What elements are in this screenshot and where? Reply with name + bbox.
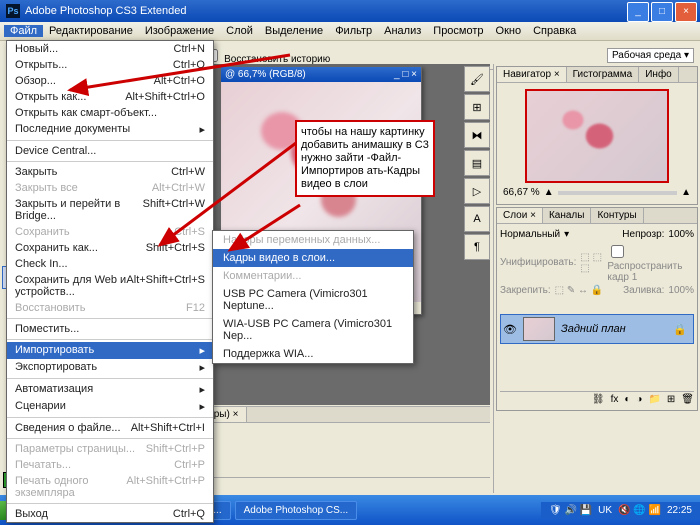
navigator-thumbnail[interactable] (525, 89, 669, 183)
menubar: ФайлРедактированиеИзображениеСлойВыделен… (0, 22, 700, 41)
language-indicator[interactable]: UK (598, 505, 612, 516)
file-menu-item[interactable]: Обзор...Alt+Ctrl+O (7, 73, 213, 89)
zoom-in-icon[interactable]: ▲ (681, 187, 691, 198)
layer-comps-icon[interactable]: ▤ (464, 150, 490, 176)
collapsed-panels: 🖌 ⊞ ⧓ ▤ ▷ A ¶ (464, 66, 490, 260)
taskbar-item-photoshop[interactable]: Adobe Photoshop CS... (235, 501, 358, 520)
clone-panel-icon[interactable]: ⊞ (464, 94, 490, 120)
delete-layer-icon[interactable]: 🗑 (681, 394, 694, 405)
import-menu-item: Комментарии... (213, 267, 413, 285)
tab-Инфо[interactable]: Инфо (639, 67, 679, 82)
menu-Файл[interactable]: Файл (4, 25, 43, 37)
layer-style-icon[interactable]: fx (611, 394, 619, 405)
file-menu-item: Параметры страницы...Shift+Ctrl+P (7, 441, 213, 457)
system-tray[interactable]: 🛡 🔊 💾 UK 🔇 🌐 📶 22:25 (541, 502, 700, 519)
visibility-icon[interactable]: 👁 (503, 323, 517, 336)
file-menu-item[interactable]: Автоматизация▸ (7, 381, 213, 398)
file-menu-item[interactable]: Сценарии▸ (7, 398, 213, 415)
actions-icon[interactable]: ▷ (464, 178, 490, 204)
menu-Просмотр[interactable]: Просмотр (427, 25, 489, 37)
file-menu-item[interactable]: Экспортировать▸ (7, 359, 213, 376)
navigator-palette: Навигатор ×ГистограммаИнфо 66,67 % ▲ ▲ (496, 66, 698, 205)
layer-mask-icon[interactable]: ◐ (624, 394, 630, 405)
layer-thumbnail[interactable] (523, 317, 555, 341)
menu-Окно[interactable]: Окно (490, 25, 528, 37)
menu-Слой[interactable]: Слой (220, 25, 259, 37)
tab-Каналы[interactable]: Каналы (543, 208, 592, 223)
character-icon[interactable]: A (464, 206, 490, 232)
layers-palette: Слои ×КаналыКонтуры Нормальный ▾ Непрозр… (496, 207, 698, 411)
file-menu-item: Печатать...Ctrl+P (7, 457, 213, 473)
maximize-button[interactable]: □ (651, 2, 673, 22)
file-menu-item[interactable]: ЗакрытьCtrl+W (7, 164, 213, 180)
file-menu-item[interactable]: Закрыть и перейти в Bridge...Shift+Ctrl+… (7, 196, 213, 224)
file-menu-item[interactable]: Check In... (7, 256, 213, 272)
propagate-checkbox[interactable]: Распространить кадр 1 (607, 242, 694, 283)
photoshop-icon: Ps (6, 4, 20, 18)
doc-minimize-button[interactable]: _ (394, 69, 400, 80)
file-menu-item[interactable]: Открыть...Ctrl+O (7, 57, 213, 73)
opacity-field[interactable]: 100% (668, 229, 694, 240)
blend-mode-select[interactable]: Нормальный (500, 229, 560, 240)
brushes-panel-icon[interactable]: 🖌 (464, 66, 490, 92)
tab-Контуры[interactable]: Контуры (591, 208, 643, 223)
import-menu-item[interactable]: Поддержка WIA... (213, 345, 413, 363)
layer-background[interactable]: 👁 Задний план 🔒 (500, 314, 694, 344)
import-menu-item: Наборы переменных данных... (213, 231, 413, 249)
tab-Гистограмма[interactable]: Гистограмма (567, 67, 640, 82)
file-menu-item[interactable]: Последние документы▸ (7, 121, 213, 138)
tab-Навигатор[interactable]: Навигатор × (497, 67, 567, 82)
right-panels: Навигатор ×ГистограммаИнфо 66,67 % ▲ ▲ С… (493, 64, 700, 493)
import-menu-item[interactable]: WIA-USB PC Camera (Vimicro301 Nep... (213, 315, 413, 345)
window-titlebar: Ps Adobe Photoshop CS3 Extended _ □ × (0, 0, 700, 22)
workspace-button[interactable]: Рабочая среда ▾ (607, 48, 694, 63)
link-layers-icon[interactable]: ⛓ (592, 394, 605, 405)
tab-Слои[interactable]: Слои × (497, 208, 543, 223)
file-menu-item[interactable]: Сохранить как...Shift+Ctrl+S (7, 240, 213, 256)
file-menu-item: СохранитьCtrl+S (7, 224, 213, 240)
fill-field[interactable]: 100% (668, 285, 694, 296)
window-title: Adobe Photoshop CS3 Extended (25, 0, 186, 22)
import-submenu: Наборы переменных данных...Кадры видео в… (212, 230, 414, 364)
file-menu-item[interactable]: Открыть как смарт-объект... (7, 105, 213, 121)
file-menu-item[interactable]: Открыть как...Alt+Shift+Ctrl+O (7, 89, 213, 105)
file-menu-item[interactable]: Поместить... (7, 321, 213, 337)
import-menu-item[interactable]: USB PC Camera (Vimicro301 Neptune... (213, 285, 413, 315)
doc-close-button[interactable]: × (411, 69, 417, 80)
file-menu-item: Печать одного экземпляраAlt+Shift+Ctrl+P (7, 473, 213, 501)
file-menu-item: Закрыть всеAlt+Ctrl+W (7, 180, 213, 196)
file-menu-item[interactable]: ВыходCtrl+Q (7, 506, 213, 522)
tool-presets-icon[interactable]: ⧓ (464, 122, 490, 148)
navigator-zoom[interactable]: 66,67 % (503, 187, 540, 198)
menu-Редактирование[interactable]: Редактирование (43, 25, 139, 37)
zoom-slider[interactable] (558, 191, 677, 195)
menu-Фильтр[interactable]: Фильтр (329, 25, 378, 37)
menu-Справка[interactable]: Справка (527, 25, 582, 37)
file-menu-item[interactable]: Device Central... (7, 143, 213, 159)
file-menu-item[interactable]: Сохранить для Web и устройств...Alt+Shif… (7, 272, 213, 300)
group-icon[interactable]: 📁 (648, 394, 660, 405)
file-menu-item[interactable]: Импортировать▸ (7, 342, 213, 359)
minimize-button[interactable]: _ (627, 2, 649, 22)
import-menu-item[interactable]: Кадры видео в слои... (213, 249, 413, 267)
tutorial-note: чтобы на нашу картинку добавить анимашку… (295, 120, 435, 197)
menu-Анализ[interactable]: Анализ (378, 25, 427, 37)
adjustment-layer-icon[interactable]: ◑ (636, 394, 642, 405)
paragraph-icon[interactable]: ¶ (464, 234, 490, 260)
file-menu-item[interactable]: Новый...Ctrl+N (7, 41, 213, 57)
document-title: @ 66,7% (RGB/8) (225, 69, 306, 80)
menu-Изображение[interactable]: Изображение (139, 25, 220, 37)
restore-history-checkbox[interactable]: Восстановить историю (201, 46, 330, 65)
file-menu-dropdown: Новый...Ctrl+NОткрыть...Ctrl+OОбзор...Al… (6, 40, 214, 523)
doc-maximize-button[interactable]: □ (402, 69, 408, 80)
close-button[interactable]: × (675, 2, 697, 22)
menu-Выделение[interactable]: Выделение (259, 25, 329, 37)
clock: 22:25 (667, 505, 692, 516)
lock-icon: 🔒 (673, 323, 687, 336)
file-menu-item: ВосстановитьF12 (7, 300, 213, 316)
new-layer-icon[interactable]: ⊞ (667, 394, 675, 405)
file-menu-item[interactable]: Сведения о файле...Alt+Shift+Ctrl+I (7, 420, 213, 436)
zoom-out-icon[interactable]: ▲ (544, 187, 554, 198)
